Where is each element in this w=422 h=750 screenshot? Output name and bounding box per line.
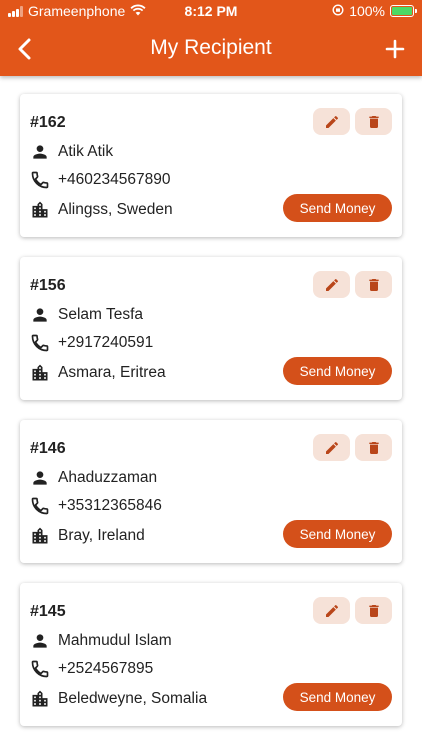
person-icon: [30, 468, 50, 488]
recipient-address: Bray, Ireland: [58, 527, 145, 544]
recipient-name: Atik Atik: [58, 143, 114, 160]
recipient-card: #145 Mahmudul Islam +2524567895 Beledwey…: [20, 583, 402, 726]
building-icon: [30, 526, 50, 546]
send-money-button[interactable]: Send Money: [283, 357, 392, 385]
phone-icon: [30, 170, 50, 190]
pencil-icon: [325, 441, 338, 454]
phone-icon: [30, 659, 50, 679]
send-money-button[interactable]: Send Money: [283, 683, 392, 711]
recipient-phone: +2524567895: [58, 660, 154, 677]
recipient-name-row: Selam Tesfa: [30, 305, 143, 325]
recipient-name-row: Mahmudul Islam: [30, 631, 172, 651]
recipient-phone-row: +460234567890: [30, 170, 171, 190]
phone-icon: [30, 496, 50, 516]
recipient-id: #145: [30, 603, 66, 620]
phone-icon: [30, 333, 50, 353]
recipient-address-row: Bray, Ireland: [30, 526, 145, 546]
edit-button[interactable]: [313, 271, 350, 298]
send-money-button[interactable]: Send Money: [283, 194, 392, 222]
app-header: Grameenphone 8:12 PM 100% My Recipient: [0, 0, 422, 76]
recipient-phone: +2917240591: [58, 334, 154, 351]
app-bar: My Recipient: [0, 22, 422, 76]
recipient-name-row: Atik Atik: [30, 142, 113, 162]
edit-button[interactable]: [313, 434, 350, 461]
recipient-id: #162: [30, 114, 66, 131]
recipient-address: Asmara, Eritrea: [58, 364, 166, 381]
recipient-phone: +460234567890: [58, 171, 171, 188]
recipient-card: #146 Ahaduzzaman +35312365846 Bray, Irel…: [20, 420, 402, 563]
recipient-id: #146: [30, 440, 66, 457]
recipient-name-row: Ahaduzzaman: [30, 468, 157, 488]
pencil-icon: [325, 115, 338, 128]
recipient-address: Alingss, Sweden: [58, 201, 173, 218]
page-title: My Recipient: [150, 36, 272, 59]
delete-button[interactable]: [355, 108, 392, 135]
pencil-icon: [325, 604, 338, 617]
edit-button[interactable]: [313, 108, 350, 135]
recipient-id: #156: [30, 277, 66, 294]
battery-percent: 100%: [349, 3, 385, 19]
status-bar: Grameenphone 8:12 PM 100%: [0, 0, 422, 22]
trash-icon: [368, 115, 379, 128]
trash-icon: [368, 278, 379, 291]
building-icon: [30, 689, 50, 709]
building-icon: [30, 363, 50, 383]
recipient-address-row: Asmara, Eritrea: [30, 363, 166, 383]
send-money-button[interactable]: Send Money: [283, 520, 392, 548]
edit-button[interactable]: [313, 597, 350, 624]
battery-icon: [390, 5, 417, 17]
add-recipient-button[interactable]: [380, 34, 410, 64]
recipient-phone: +35312365846: [58, 497, 162, 514]
person-icon: [30, 305, 50, 325]
pencil-icon: [325, 278, 338, 291]
trash-icon: [368, 604, 379, 617]
trash-icon: [368, 441, 379, 454]
delete-button[interactable]: [355, 434, 392, 461]
status-right: 100%: [332, 3, 417, 19]
person-icon: [30, 631, 50, 651]
delete-button[interactable]: [355, 597, 392, 624]
recipient-address-row: Alingss, Sweden: [30, 200, 173, 220]
recipient-phone-row: +2917240591: [30, 333, 153, 353]
recipient-card: #162 Atik Atik +460234567890 Alingss, Sw…: [20, 94, 402, 237]
recipient-address: Beledweyne, Somalia: [58, 690, 208, 707]
orientation-lock-icon: [332, 3, 344, 19]
person-icon: [30, 142, 50, 162]
recipient-name: Mahmudul Islam: [58, 632, 172, 649]
recipient-address-row: Beledweyne, Somalia: [30, 689, 207, 709]
delete-button[interactable]: [355, 271, 392, 298]
recipient-phone-row: +2524567895: [30, 659, 153, 679]
building-icon: [30, 200, 50, 220]
recipient-name: Selam Tesfa: [58, 306, 144, 323]
recipient-phone-row: +35312365846: [30, 496, 162, 516]
recipient-name: Ahaduzzaman: [58, 469, 158, 486]
recipient-card: #156 Selam Tesfa +2917240591 Asmara, Eri…: [20, 257, 402, 400]
plus-icon: [385, 39, 405, 59]
